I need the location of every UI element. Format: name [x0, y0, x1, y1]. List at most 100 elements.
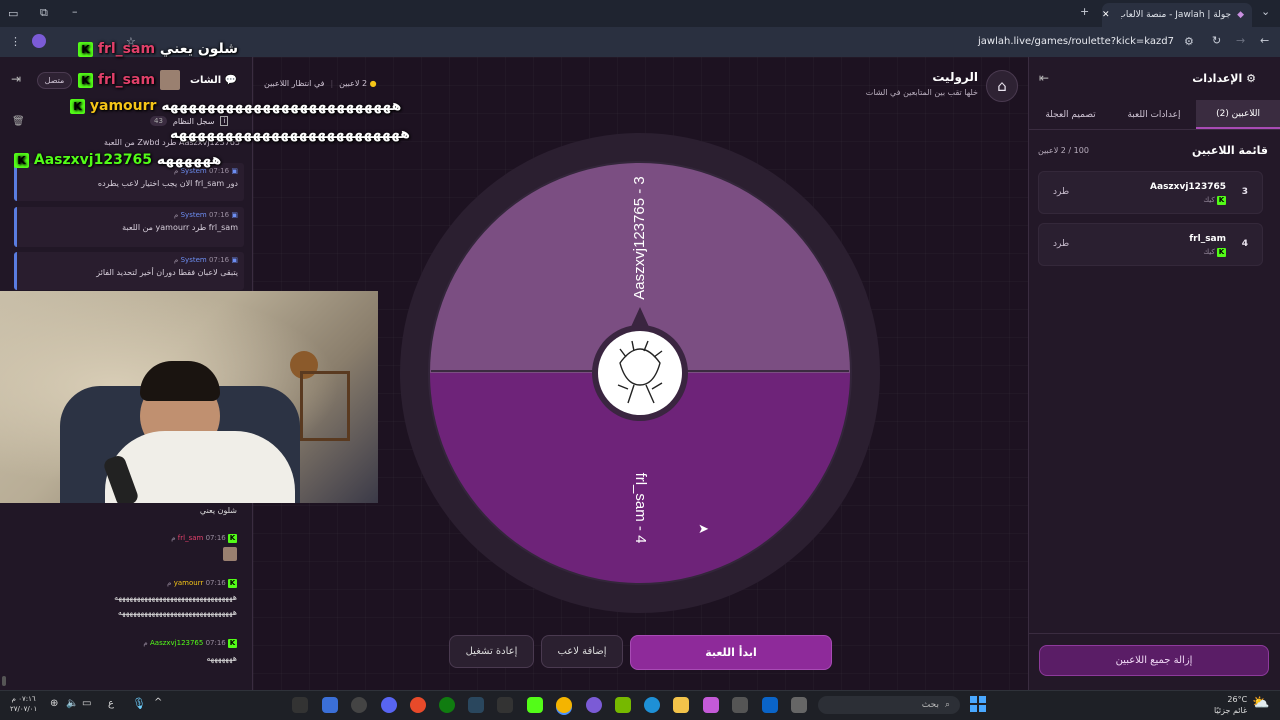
weather-widget[interactable]: 26°C غائم جزئيًا	[1214, 694, 1247, 716]
kick-app-icon[interactable]	[527, 697, 543, 713]
tab-wheel-design[interactable]: تصميم العجلة	[1029, 100, 1112, 129]
overlay-message: هههههههههههههههههههههههههه	[170, 126, 411, 142]
webcam-feed	[0, 291, 378, 503]
wheel-segment-label: Aaszxvj123765 - 3	[631, 176, 648, 299]
file-explorer-icon[interactable]	[673, 697, 689, 713]
wheel-hub-logo	[598, 331, 682, 415]
player-list-title: قائمة اللاعبين	[1192, 144, 1268, 157]
tab-close-icon[interactable]: ✕	[1102, 10, 1110, 20]
taskbar	[0, 690, 1280, 720]
menu-icon[interactable]: ⋮	[10, 35, 21, 48]
status-text: في انتظار اللاعبين	[264, 79, 325, 88]
search-icon: ⌕	[944, 700, 950, 710]
discord-icon[interactable]	[381, 697, 397, 713]
tray-expand-icon[interactable]: ^	[154, 697, 162, 708]
wheel-segment-label: frl_sam - 4	[632, 473, 649, 544]
volume-icon[interactable]: 🔈	[66, 698, 78, 709]
player-count: ● 2 لاعبين	[339, 79, 377, 88]
store-icon[interactable]	[732, 697, 748, 713]
url-field[interactable]: jawlah.live/games/roulette?kick=kazd7	[978, 36, 1174, 47]
browser-tab[interactable]: ◆ جولة | Jawlah - منصة الألعاب الت... ✕	[1102, 3, 1252, 27]
player-row: 3 Aaszxvj123765 K كيك طرد	[1038, 171, 1263, 214]
new-tab-icon[interactable]: +	[1080, 5, 1089, 18]
chat-message: K Aaszxvj123765 07:16 م هههههههه	[143, 639, 237, 663]
microphone-icon[interactable]: 🎙	[132, 697, 146, 710]
language-indicator[interactable]: ع	[108, 698, 114, 709]
tab-game-settings[interactable]: إعدادات اللعبة	[1112, 100, 1196, 129]
edge-icon[interactable]	[644, 697, 660, 713]
chat-message: K yamourr 07:16 م هههههههههههههههههههههه…	[114, 579, 237, 617]
chat-sticker	[223, 547, 237, 561]
window-maximize-icon[interactable]: ⧉	[40, 6, 48, 20]
site-settings-icon[interactable]: ⚙	[1184, 35, 1194, 48]
window-restore-icon[interactable]: ▭	[8, 7, 18, 20]
app-icon-dark[interactable]	[497, 697, 513, 713]
system-log-label: سجل النظام	[172, 116, 215, 126]
notification-icon[interactable]: ⊕	[50, 698, 58, 709]
kick-player-button[interactable]: طرد	[1053, 187, 1069, 197]
settings-title: ⚙ الإعدادات	[1192, 72, 1256, 85]
chat-message: K frl_sam 07:16 م	[0, 534, 245, 563]
kick-icon: K	[1217, 248, 1226, 257]
remove-all-players-button[interactable]: إزالة جميع اللاعبين	[1039, 645, 1269, 676]
epic-games-icon[interactable]	[292, 697, 308, 713]
system-bot-icon: ▣	[231, 211, 238, 219]
obs-icon[interactable]	[351, 697, 367, 713]
tab-title: جولة | Jawlah - منصة الألعاب الت...	[1121, 10, 1232, 20]
kick-icon: K	[70, 98, 85, 114]
page-subtitle: خلها تقب بين المتابعين في الشات	[865, 88, 978, 97]
tab-search-icon[interactable]: ⌄	[1261, 5, 1270, 18]
xbox-icon[interactable]	[439, 697, 455, 713]
app-icon-purple[interactable]	[586, 697, 602, 713]
restart-button[interactable]: إعادة تشغيل	[449, 635, 534, 668]
app-window-icon[interactable]	[322, 697, 338, 713]
player-name: frl_sam	[1189, 234, 1226, 244]
start-game-button[interactable]: ابدأ اللعبة	[630, 635, 832, 670]
copilot-icon[interactable]	[703, 697, 719, 713]
trash-icon[interactable]: 🗑	[12, 116, 25, 127]
roulette-wheel[interactable]: Aaszxvj123765 - 3 frl_sam - 4	[398, 131, 882, 615]
taskbar-clock[interactable]: ٠٧:١٦ م ٢٧/٠٧/٠١	[10, 694, 37, 714]
kick-icon: K	[1217, 196, 1226, 205]
tabs-divider	[1029, 129, 1280, 130]
player-name: Aaszxvj123765	[1150, 182, 1226, 192]
chat-scrollbar[interactable]	[2, 676, 6, 686]
tab-players[interactable]: اللاعبين (2)	[1196, 100, 1280, 129]
steam-icon[interactable]	[468, 697, 484, 713]
home-button[interactable]: ⌂	[986, 70, 1018, 102]
app-icon-gray[interactable]	[791, 697, 807, 713]
profile-avatar[interactable]	[32, 34, 46, 48]
kick-icon: K	[78, 41, 93, 57]
overlay-message: K frl_sam	[78, 70, 180, 90]
outlook-icon[interactable]	[762, 697, 778, 713]
online-badge: متصل	[37, 72, 72, 89]
system-bot-icon: ▣	[231, 256, 238, 264]
battery-icon[interactable]: ▭	[82, 698, 91, 709]
app-icon-red[interactable]	[410, 697, 426, 713]
kick-icon: K	[228, 534, 237, 543]
forward-icon[interactable]: →	[1236, 34, 1245, 47]
kick-player-button[interactable]: طرد	[1053, 239, 1069, 249]
chrome-icon[interactable]	[556, 697, 572, 713]
collapse-panel-icon[interactable]: ⇤	[1039, 71, 1049, 85]
chat-title: 💬 الشات	[190, 75, 238, 86]
windows-start-icon[interactable]	[970, 696, 986, 712]
expand-panel-icon[interactable]: ⇥	[11, 72, 21, 86]
game-status: ● 2 لاعبين | في انتظار اللاعبين	[264, 79, 377, 88]
add-player-button[interactable]: إضافة لاعب	[541, 635, 623, 668]
reload-icon[interactable]: ↻	[1212, 34, 1221, 47]
system-log-count: 43	[150, 116, 167, 126]
overlay-message: K yamourr هههههههههههههههههههههههههه	[70, 98, 401, 114]
taskbar-search[interactable]: ⌕ بحث	[818, 696, 960, 714]
mouse-cursor-icon: ➤	[698, 522, 709, 537]
tab-favicon: ◆	[1237, 10, 1244, 20]
player-capacity: 100 / 2 لاعبين	[1038, 146, 1089, 155]
player-row: 4 frl_sam K كيك طرد	[1038, 223, 1263, 266]
kick-icon: K	[78, 72, 93, 88]
system-log-header[interactable]: i سجل النظام 43	[150, 116, 229, 126]
window-minimize-icon[interactable]: –	[72, 5, 78, 18]
player-platform: K كيك	[1203, 196, 1226, 205]
back-icon[interactable]: ←	[1260, 34, 1269, 47]
home-icon: ⌂	[997, 77, 1007, 95]
nvidia-icon[interactable]	[615, 697, 631, 713]
